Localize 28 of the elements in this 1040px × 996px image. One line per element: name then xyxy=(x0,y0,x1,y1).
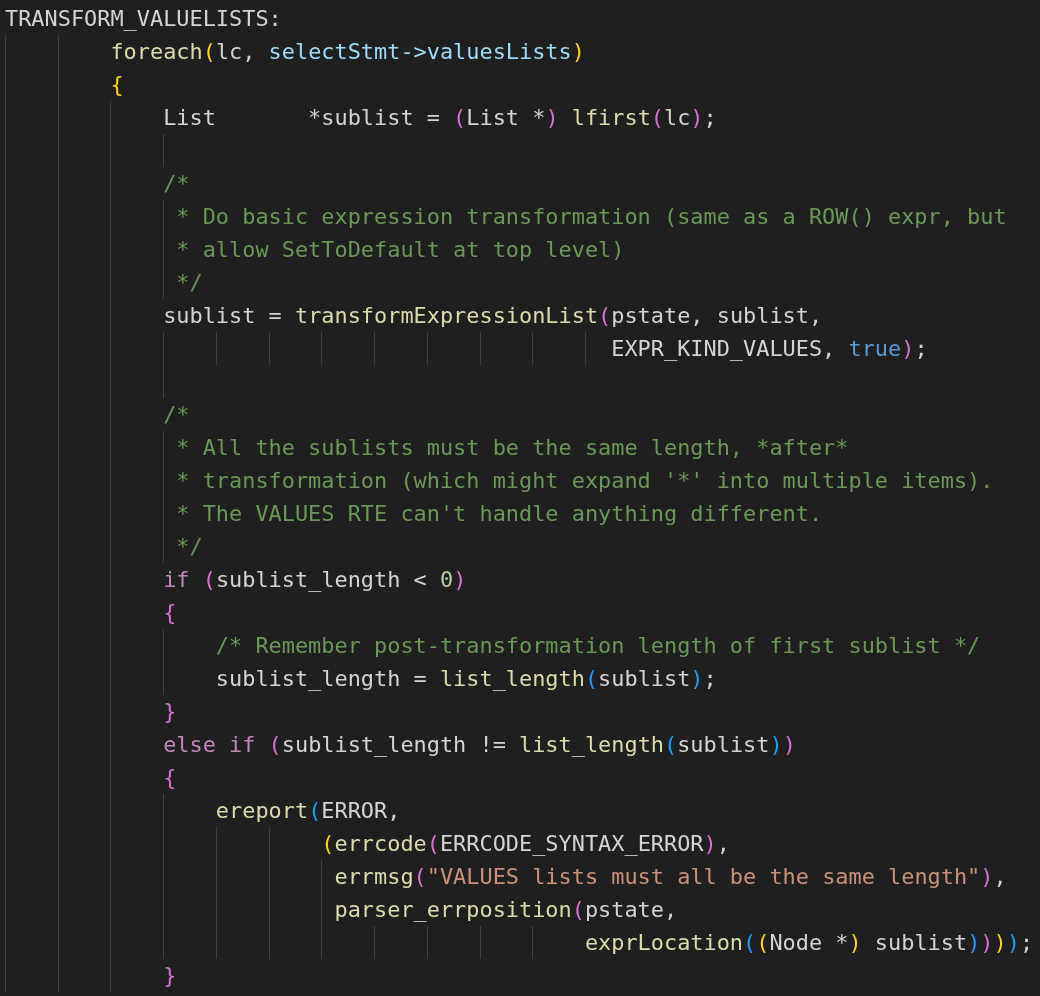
code-line: exprLocation((Node *) sublist)))); xyxy=(583,930,1034,955)
code-line: /* Remember post-transformation length of first sublist */ xyxy=(214,633,981,658)
code-line: * The VALUES RTE can't handle anything different. xyxy=(175,501,823,526)
code-line: /* xyxy=(162,171,190,196)
code-line: * Do basic expression transformation (same as a ROW() expr, but xyxy=(175,204,1007,229)
code-line: (errcode(ERRCODE_SYNTAX_ERROR), xyxy=(320,831,730,856)
code-line: * allow SetToDefault at top level) xyxy=(175,237,625,262)
code-line: */ xyxy=(175,534,203,559)
code-line: List *sublist = (List *) lfirst(lc); xyxy=(162,105,717,130)
code-line: foreach(lc, selectStmt->valuesLists) xyxy=(109,39,585,64)
code-line: ereport(ERROR, xyxy=(214,798,401,823)
code-line: { xyxy=(162,765,177,790)
code-line: EXPR_KIND_VALUES, true); xyxy=(610,336,928,361)
code-line: else if (sublist_length != list_length(sublist)) xyxy=(162,732,796,757)
code-line: /* xyxy=(162,402,190,427)
code-line: } xyxy=(162,963,177,988)
code-line: sublist_length = list_length(sublist); xyxy=(214,666,717,691)
code-line: errmsg("VALUES lists must all be the same length"), xyxy=(333,864,1007,889)
code-line: * transformation (which might expand '*' into multiple items). xyxy=(175,468,994,493)
code-line: sublist = transformExpressionList(pstate, sublist, xyxy=(162,303,823,328)
code-line: { xyxy=(109,72,124,97)
code-line: TRANSFORM_VALUELISTS: xyxy=(5,6,282,31)
code-line: } xyxy=(162,699,177,724)
code-line: { xyxy=(162,600,177,625)
code-line: if (sublist_length < 0) xyxy=(162,567,467,592)
code-line: * All the sublists must be the same length, *after* xyxy=(175,435,849,460)
code-line: */ xyxy=(175,270,203,295)
code-line: parser_errposition(pstate, xyxy=(333,897,678,922)
